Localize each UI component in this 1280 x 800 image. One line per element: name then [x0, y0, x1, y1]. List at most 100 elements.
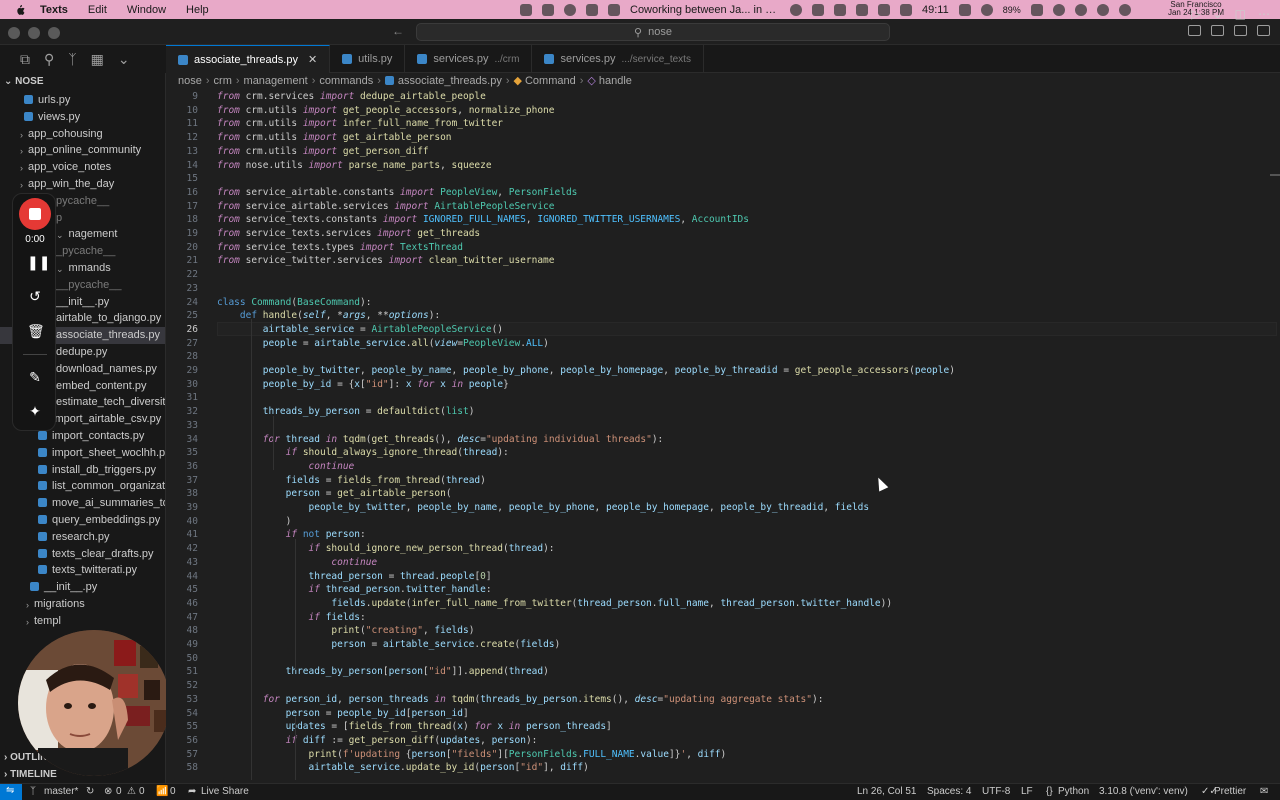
- remote-indicator-button[interactable]: ⇋: [0, 784, 22, 800]
- git-branch[interactable]: master*: [44, 784, 78, 800]
- editor-tab[interactable]: associate_threads.py ✕: [166, 45, 331, 73]
- trash-icon[interactable]: 🗑: [27, 323, 45, 339]
- notion-icon[interactable]: [586, 3, 598, 16]
- code-line[interactable]: continue: [217, 460, 355, 474]
- live-share-button[interactable]: Live Share: [201, 784, 249, 800]
- restart-icon[interactable]: ↺: [27, 288, 43, 304]
- tree-folder[interactable]: › app_online_community: [0, 142, 141, 159]
- extensions-icon[interactable]: ▦: [91, 51, 104, 68]
- menu-edit[interactable]: Edit: [88, 4, 107, 16]
- next-meeting[interactable]: Coworking between Ja... in 22 m: [630, 4, 780, 16]
- code-line[interactable]: from crm.utils import get_people_accesso…: [217, 104, 555, 118]
- code-line[interactable]: from service_texts.services import get_t…: [217, 227, 480, 241]
- code-line[interactable]: threads_by_person[person["id"]].append(t…: [217, 665, 549, 679]
- code-line[interactable]: for thread in tqdm(get_threads(), desc="…: [217, 433, 664, 447]
- code-line[interactable]: from crm.utils import infer_full_name_fr…: [217, 117, 503, 131]
- zoom-window-button[interactable]: [48, 27, 60, 39]
- menu-app-name[interactable]: Texts: [40, 4, 68, 16]
- stop-recording-button[interactable]: [19, 198, 51, 230]
- breadcrumb-item[interactable]: nose: [178, 75, 202, 87]
- code-line[interactable]: person = get_airtable_person(: [217, 487, 452, 501]
- status-puzzle-icon[interactable]: [856, 3, 868, 16]
- code-line[interactable]: person = people_by_id[person_id]: [217, 707, 469, 721]
- status-app2-icon[interactable]: [878, 3, 890, 16]
- code-line[interactable]: from service_texts.types import TextsThr…: [217, 241, 463, 255]
- status-circle-icon[interactable]: [790, 3, 802, 16]
- code-line[interactable]: from service_airtable.constants import P…: [217, 186, 577, 200]
- tree-folder[interactable]: › templ: [0, 613, 61, 630]
- search-icon[interactable]: [1118, 3, 1131, 16]
- file-encoding[interactable]: UTF-8: [982, 784, 1010, 800]
- code-line[interactable]: if fields:: [217, 611, 366, 625]
- tree-folder[interactable]: › migrations: [0, 596, 85, 613]
- toggle-secondary-sidebar-icon[interactable]: [1234, 25, 1247, 36]
- language-mode[interactable]: Python: [1058, 784, 1089, 800]
- sync-icon[interactable]: ↻: [86, 784, 94, 800]
- tree-folder[interactable]: › app_win_the_day: [0, 176, 114, 193]
- tree-file[interactable]: list_common_organizat...: [0, 478, 165, 495]
- cloud-icon[interactable]: [1052, 3, 1065, 16]
- code-line[interactable]: people = airtable_service.all(view=Peopl…: [217, 337, 549, 351]
- webcam-bubble[interactable]: [18, 630, 170, 776]
- tree-file[interactable]: views.py: [0, 109, 80, 126]
- code-line[interactable]: from service_twitter.services import cle…: [217, 254, 555, 268]
- code-line[interactable]: updates = [fields_from_thread(x) for x i…: [217, 720, 612, 734]
- bolt-icon[interactable]: [834, 3, 846, 16]
- code-line[interactable]: people_by_twitter, people_by_name, peopl…: [217, 364, 955, 378]
- code-line[interactable]: if should_always_ignore_thread(thread):: [217, 446, 509, 460]
- minimize-window-button[interactable]: [28, 27, 40, 39]
- end-of-line[interactable]: LF: [1021, 784, 1033, 800]
- timer-readout[interactable]: 49:11: [922, 4, 949, 16]
- search-icon[interactable]: ⚲: [44, 51, 54, 68]
- scrollbar-marker[interactable]: [1270, 174, 1280, 176]
- chevron-down-icon[interactable]: ⌄: [1213, 7, 1223, 21]
- code-line[interactable]: print(f'updating {person["fields"][Perso…: [217, 748, 727, 762]
- code-line[interactable]: from crm.utils import get_airtable_perso…: [217, 131, 452, 145]
- explorer-root-header[interactable]: ⌄ NOSE: [0, 73, 165, 90]
- code-line[interactable]: continue: [217, 556, 377, 570]
- cursor-position[interactable]: Ln 26, Col 51: [857, 784, 917, 800]
- tree-file[interactable]: move_ai_summaries_to...: [0, 495, 165, 512]
- bluetooth-icon[interactable]: [980, 3, 993, 16]
- toggle-sidebar-icon[interactable]: [1188, 25, 1201, 36]
- code-line[interactable]: print("creating", fields): [217, 624, 474, 638]
- code-line[interactable]: if diff := get_person_diff(updates, pers…: [217, 734, 538, 748]
- battery-percent[interactable]: 89%: [1003, 5, 1021, 15]
- breadcrumb-item[interactable]: ◇ handle: [587, 75, 632, 87]
- back-arrow-icon[interactable]: ←: [392, 24, 404, 38]
- indentation[interactable]: Spaces: 4: [927, 784, 971, 800]
- breadcrumb-item[interactable]: commands: [319, 75, 373, 87]
- ports-count[interactable]: 0: [170, 784, 176, 800]
- pen-icon[interactable]: ✎: [27, 369, 43, 385]
- more-actions-icon[interactable]: ⋯: [1258, 7, 1270, 21]
- menu-window[interactable]: Window: [127, 4, 166, 16]
- code-line[interactable]: from crm.services import dedupe_airtable…: [217, 90, 486, 104]
- code-editor[interactable]: 9 from crm.services import dedupe_airtabl…: [166, 90, 1280, 783]
- code-line[interactable]: if should_ignore_new_person_thread(threa…: [217, 542, 555, 556]
- tree-file[interactable]: query_embeddings.py: [0, 512, 160, 529]
- wifi-icon[interactable]: [1096, 3, 1109, 16]
- prettier-status[interactable]: Prettier: [1214, 784, 1246, 800]
- notifications-bell-icon[interactable]: ✉: [1260, 784, 1268, 800]
- apple-icon[interactable]: [14, 4, 26, 16]
- code-line[interactable]: for person_id, person_threads in tqdm(th…: [217, 693, 824, 707]
- battery-icon[interactable]: [1030, 3, 1043, 16]
- effects-wand-icon[interactable]: ✦: [27, 403, 43, 419]
- volume-icon[interactable]: [958, 3, 971, 16]
- code-line[interactable]: people_by_twitter, people_by_name, peopl…: [217, 501, 870, 515]
- tree-file[interactable]: urls.py: [0, 92, 70, 109]
- split-editor-icon[interactable]: ◫: [1235, 7, 1246, 21]
- editor-tab[interactable]: services.py .../service_texts: [532, 45, 704, 73]
- code-line[interactable]: threads_by_person = defaultdict(list): [217, 405, 475, 419]
- code-line[interactable]: from service_airtable.services import Ai…: [217, 200, 555, 214]
- close-window-button[interactable]: [8, 27, 20, 39]
- code-line[interactable]: fields.update(infer_full_name_from_twitt…: [217, 597, 892, 611]
- status-app-icon[interactable]: [520, 3, 532, 16]
- code-line[interactable]: class Command(BaseCommand):: [217, 296, 371, 310]
- customize-layout-icon[interactable]: [1257, 25, 1270, 36]
- tree-file[interactable]: __init__.py: [0, 579, 97, 596]
- breadcrumb-item[interactable]: associate_threads.py: [384, 75, 502, 87]
- code-line[interactable]: if not person:: [217, 528, 366, 542]
- close-icon[interactable]: ✕: [308, 53, 317, 66]
- code-line[interactable]: fields = fields_from_thread(thread): [217, 474, 486, 488]
